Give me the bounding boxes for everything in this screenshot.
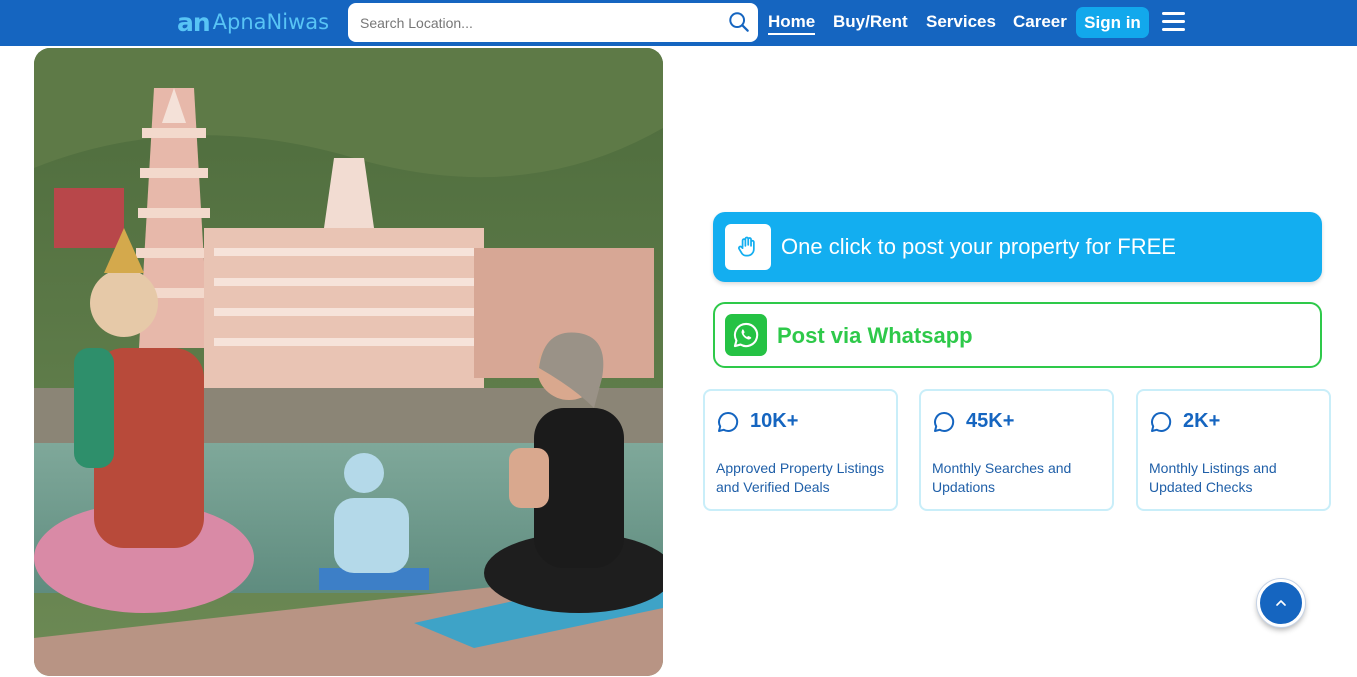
nav-career[interactable]: Career	[1013, 12, 1067, 32]
chevron-up-icon	[1276, 600, 1286, 606]
stat-description: Approved Property Listings and Verified …	[716, 460, 885, 495]
nav-home[interactable]: Home	[768, 12, 816, 35]
post-property-button[interactable]: One click to post your property for FREE	[713, 212, 1322, 282]
hamburger-menu-icon[interactable]	[1162, 12, 1185, 32]
whatsapp-label: Post via Whatsapp	[777, 323, 973, 348]
stat-description: Monthly Searches and Updations	[932, 460, 1072, 495]
post-property-label: One click to post your property for FREE	[781, 234, 1176, 259]
search-icon[interactable]	[728, 11, 750, 33]
nav-services[interactable]: Services	[926, 12, 996, 32]
sign-in-button[interactable]: Sign in	[1076, 7, 1149, 38]
logo-text: ApnaNiwas	[212, 10, 330, 34]
chat-bubble-icon	[1151, 411, 1172, 432]
stat-card: 2K+ Monthly Listings and Updated Checks	[1136, 389, 1331, 511]
stat-card: 45K+ Monthly Searches and Updations	[919, 389, 1114, 511]
apnaniwas-logo[interactable]: an ApnaNiwas	[177, 6, 329, 38]
post-via-whatsapp-button[interactable]: Post via Whatsapp	[713, 302, 1322, 368]
nav-buy-rent[interactable]: Buy/Rent	[833, 12, 908, 32]
logo-mark: an	[177, 7, 211, 37]
hero-illustration	[34, 48, 663, 676]
stat-value: 2K+	[1183, 410, 1221, 432]
chat-bubble-icon	[934, 411, 955, 432]
hero-image	[34, 48, 663, 676]
stat-value: 10K+	[750, 410, 799, 432]
hand-icon	[738, 236, 755, 257]
chat-bubble-icon	[718, 411, 739, 432]
stat-card: 10K+ Approved Property Listings and Veri…	[703, 389, 898, 511]
whatsapp-icon	[733, 322, 759, 348]
top-navbar: an ApnaNiwas Home Buy/Rent Services Care…	[0, 0, 1357, 46]
stat-description: Monthly Listings and Updated Checks	[1149, 460, 1277, 495]
scroll-to-top-button[interactable]	[1257, 579, 1305, 627]
search-input[interactable]	[358, 11, 712, 35]
stat-value: 45K+	[966, 410, 1015, 432]
search-box	[348, 3, 758, 42]
hand-icon-box	[725, 224, 771, 270]
whatsapp-icon-box	[725, 314, 767, 356]
